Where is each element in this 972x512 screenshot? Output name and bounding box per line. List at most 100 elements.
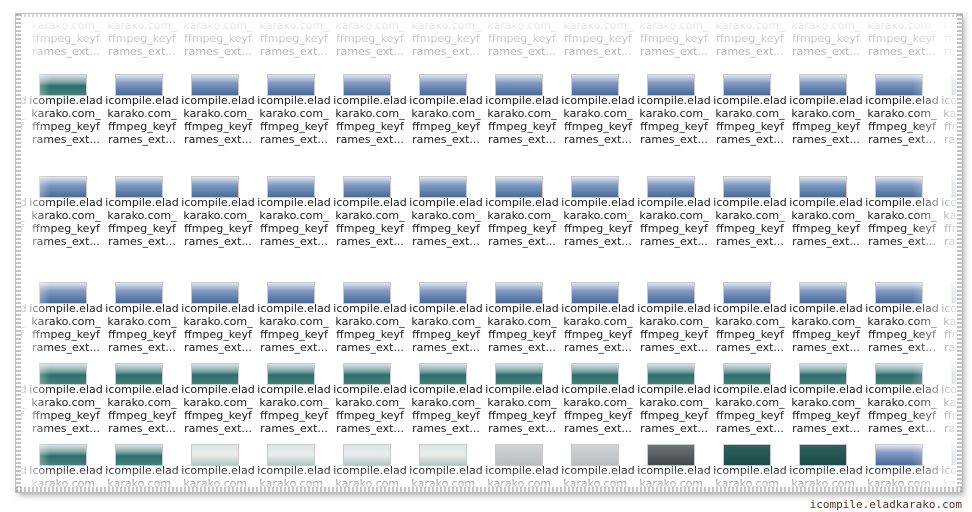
file-name-line: karako.com_ [639,315,709,328]
file-item[interactable]: icompile.eladkarako.com_ffmpeg_keyframes… [484,359,560,439]
file-name-line: rames_ext... [792,422,860,435]
file-item[interactable]: icompile.eladkarako.com_ffmpeg_keyframes… [788,70,864,150]
file-name-line: karako.com_ [335,107,405,120]
file-name-line: rames_ext... [564,133,632,146]
file-item[interactable]: icompile.eladkarako.com_ffmpeg_keyframes… [332,278,408,358]
file-thumbnail [343,444,391,466]
file-name-line: icompile.elad [485,383,559,396]
file-name-line: rames_ext... [108,133,176,146]
file-item[interactable]: icompile.eladkarako.com_ffmpeg_keyframes… [788,359,864,439]
file-thumbnail [343,74,391,96]
file-name-line: ffmpeg_keyf [564,222,632,235]
file-item[interactable]: icompile.eladkarako.com_ffmpeg_keyframes… [408,70,484,150]
file-item[interactable]: icompile.eladkarako.com_ffmpeg_keyframes… [712,359,788,439]
file-name-line: icompile.elad [713,196,787,209]
file-name-line: karako.com_ [791,315,861,328]
file-name-line: icompile.elad [181,383,255,396]
file-name-line: rames_ext... [640,422,708,435]
file-item[interactable]: icompile.eladkarako.com_ffmpeg_keyframes… [408,172,484,252]
file-name-label: icompile.eladkarako.com_ffmpeg_keyframes… [180,94,256,146]
file-item[interactable]: icompile.eladkarako.com_ffmpeg_keyframes… [636,359,712,439]
file-thumbnail [799,444,847,466]
file-name-line: karako.com_ [563,315,633,328]
file-name-line: karako.com_ [487,209,557,222]
file-name-line: ffmpeg_keyf [640,222,708,235]
file-item[interactable]: icompile.eladkarako.com_ffmpeg_keyframes… [332,172,408,252]
file-item[interactable]: icompile.eladkarako.com_ffmpeg_keyframes… [560,359,636,439]
file-name-label: icompile.eladkarako.com_ffmpeg_keyframes… [332,94,408,146]
file-name-line: karako.com_ [107,315,177,328]
file-item[interactable]: icompile.eladkarako.com_ffmpeg_keyframes… [484,70,560,150]
file-thumbnail [495,176,543,198]
file-name-line: ffmpeg_keyf [716,222,784,235]
file-item[interactable]: icompile.eladkarako.com_ffmpeg_keyframes… [484,172,560,252]
file-item[interactable]: icompile.eladkarako.com_ffmpeg_keyframes… [256,359,332,439]
file-name-line: karako.com_ [259,107,329,120]
file-item[interactable]: icompile.eladkarako.com_ffmpeg_keyframes… [636,70,712,150]
file-item[interactable]: icompile.eladkarako.com_ffmpeg_keyframes… [636,278,712,358]
file-item[interactable]: icompile.eladkarako.com_ffmpeg_keyframes… [180,172,256,252]
file-item[interactable]: icompile.eladkarako.com_ffmpeg_keyframes… [560,70,636,150]
file-name-line: karako.com_ [487,107,557,120]
file-item[interactable]: icompile.eladkarako.com_ffmpeg_keyframes… [104,278,180,358]
file-name-line: karako.com_ [183,107,253,120]
file-name-label: icompile.eladkarako.com_ffmpeg_keyframes… [712,302,788,354]
file-thumbnail [115,282,163,304]
file-name-line: icompile.elad [105,196,179,209]
file-name-line: rames_ext... [412,133,480,146]
file-thumbnail [191,176,239,198]
file-name-label: icompile.eladkarako.com_ffmpeg_keyframes… [256,302,332,354]
file-name-label: icompile.eladkarako.com_ffmpeg_keyframes… [788,196,864,248]
file-thumbnail [419,176,467,198]
file-item[interactable]: icompile.eladkarako.com_ffmpeg_keyframes… [712,70,788,150]
file-item[interactable]: icompile.eladkarako.com_ffmpeg_keyframes… [408,278,484,358]
file-name-line: ffmpeg_keyf [412,409,480,422]
file-item[interactable]: icompile.eladkarako.com_ffmpeg_keyframes… [560,172,636,252]
file-item[interactable]: icompile.eladkarako.com_ffmpeg_keyframes… [256,278,332,358]
file-name-label: icompile.eladkarako.com_ffmpeg_keyframes… [180,302,256,354]
file-item[interactable]: icompile.eladkarako.com_ffmpeg_keyframes… [788,278,864,358]
file-item[interactable]: icompile.eladkarako.com_ffmpeg_keyframes… [332,70,408,150]
file-thumbnail [191,444,239,466]
file-item[interactable]: icompile.eladkarako.com_ffmpeg_keyframes… [636,172,712,252]
file-name-line: rames_ext... [108,235,176,248]
file-item[interactable]: icompile.eladkarako.com_ffmpeg_keyframes… [104,172,180,252]
file-item[interactable]: icompile.eladkarako.com_ffmpeg_keyframes… [484,278,560,358]
file-name-line: ffmpeg_keyf [792,222,860,235]
file-item[interactable]: icompile.eladkarako.com_ffmpeg_keyframes… [180,359,256,439]
file-item[interactable]: icompile.eladkarako.com_ffmpeg_keyframes… [104,359,180,439]
file-item[interactable]: icompile.eladkarako.com_ffmpeg_keyframes… [180,278,256,358]
file-item[interactable]: icompile.eladkarako.com_ffmpeg_keyframes… [712,172,788,252]
file-name-line: rames_ext... [184,133,252,146]
file-name-line: ffmpeg_keyf [640,328,708,341]
file-name-label: icompile.eladkarako.com_ffmpeg_keyframes… [484,94,560,146]
file-name-line: icompile.elad [333,302,407,315]
file-name-line: karako.com_ [335,396,405,409]
file-name-line: karako.com_ [715,107,785,120]
file-item[interactable]: icompile.eladkarako.com_ffmpeg_keyframes… [332,359,408,439]
file-name-label: icompile.eladkarako.com_ffmpeg_keyframes… [256,196,332,248]
file-name-line: rames_ext... [412,422,480,435]
file-name-line: icompile.elad [409,196,483,209]
file-name-line: ffmpeg_keyf [260,120,328,133]
file-thumbnail [419,444,467,466]
file-thumbnail [267,444,315,466]
file-name-label: icompile.eladkarako.com_ffmpeg_keyframes… [712,383,788,435]
file-item[interactable]: icompile.eladkarako.com_ffmpeg_keyframes… [408,359,484,439]
file-name-label: icompile.eladkarako.com_ffmpeg_keyframes… [560,94,636,146]
file-item[interactable]: icompile.eladkarako.com_ffmpeg_keyframes… [256,70,332,150]
file-item[interactable]: icompile.eladkarako.com_ffmpeg_keyframes… [712,278,788,358]
file-name-label: icompile.eladkarako.com_ffmpeg_keyframes… [560,196,636,248]
file-name-label: icompile.eladkarako.com_ffmpeg_keyframes… [256,94,332,146]
fade-overlay [16,14,50,492]
file-item[interactable]: icompile.eladkarako.com_ffmpeg_keyframes… [256,172,332,252]
file-name-line: rames_ext... [564,235,632,248]
file-name-line: icompile.elad [257,383,331,396]
file-thumbnail [495,363,543,385]
file-item[interactable]: icompile.eladkarako.com_ffmpeg_keyframes… [104,70,180,150]
file-name-line: ffmpeg_keyf [336,328,404,341]
file-item[interactable]: icompile.eladkarako.com_ffmpeg_keyframes… [560,278,636,358]
file-item[interactable]: icompile.eladkarako.com_ffmpeg_keyframes… [180,70,256,150]
file-item[interactable]: icompile.eladkarako.com_ffmpeg_keyframes… [788,172,864,252]
file-name-line: icompile.elad [561,196,635,209]
